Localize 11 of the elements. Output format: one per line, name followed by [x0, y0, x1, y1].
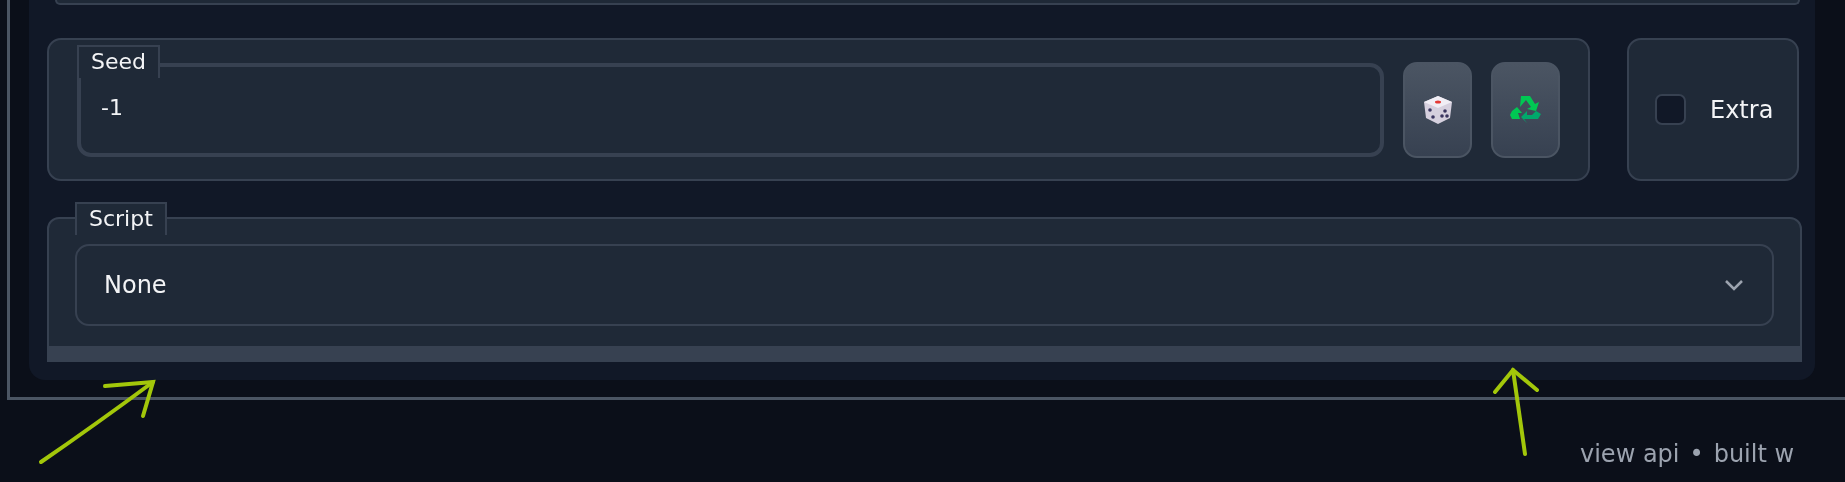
checkbox-label: Extra: [1710, 95, 1774, 124]
script-dropdown[interactable]: None: [75, 244, 1774, 326]
recycle-button[interactable]: [1491, 61, 1560, 158]
footer-link[interactable]: built w: [1713, 440, 1795, 468]
chevron-down-icon: [1724, 279, 1744, 291]
field-label: Seed: [77, 45, 160, 78]
footer-link[interactable]: view api: [1580, 440, 1680, 468]
extra-checkbox[interactable]: [1655, 94, 1686, 125]
separator-dot: •: [1689, 440, 1704, 468]
dice-button[interactable]: [1403, 61, 1472, 158]
field-label: Script: [75, 202, 167, 235]
